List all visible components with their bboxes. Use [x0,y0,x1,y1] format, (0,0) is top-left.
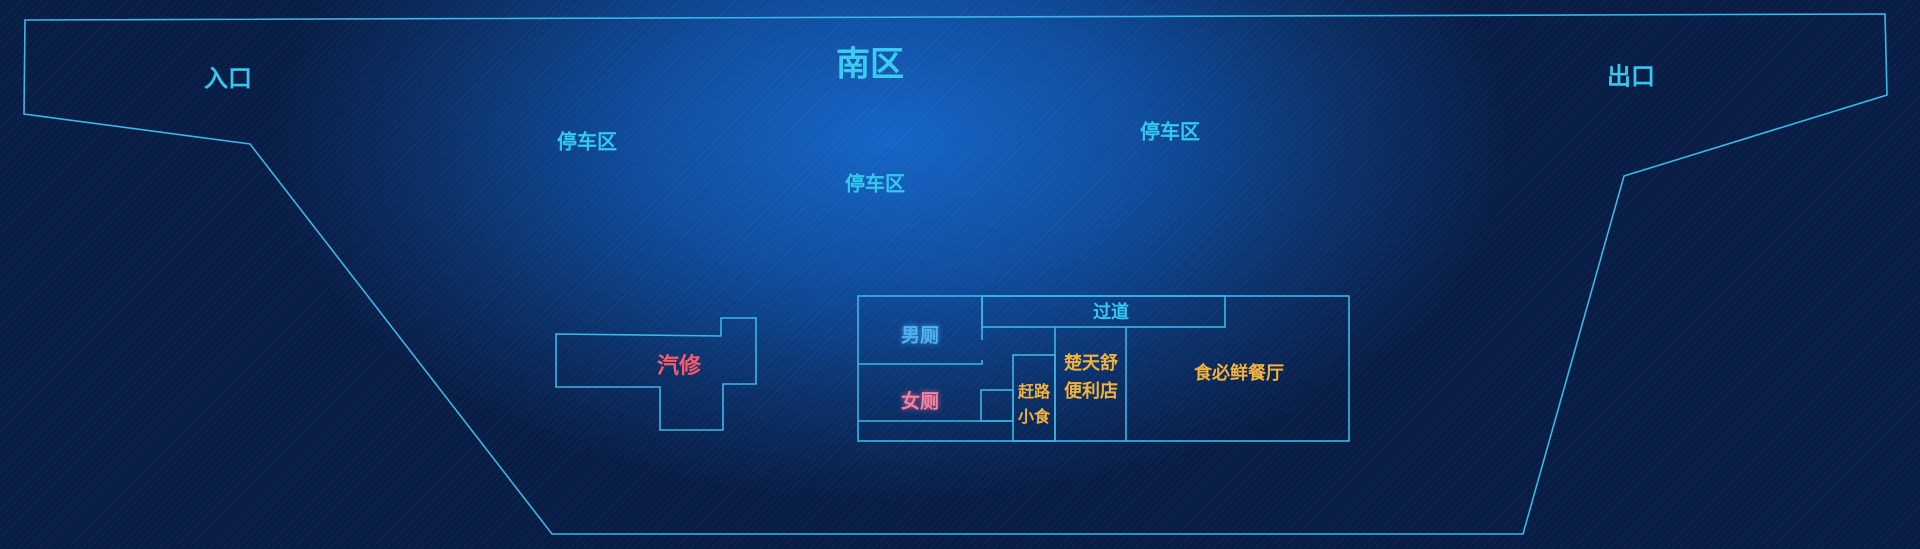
restroom-divider [858,360,983,365]
parking-area-label: 停车区 [557,129,617,154]
parking-area-label: 停车区 [845,171,905,196]
corridor-label: 过道 [1093,302,1129,323]
convenience-store-label-line2: 便利店 [1064,381,1118,402]
restaurant-label: 食必鲜餐厅 [1194,363,1284,385]
convenience-store-label: 楚天舒 便利店 [1064,350,1118,406]
convenience-store-label-line1: 楚天舒 [1064,353,1118,375]
mens-restroom-label: 男厕 [900,324,940,347]
entrance-label: 入口 [204,64,252,93]
zone-title: 南区 [836,44,904,85]
snack-shop-label: 赶路 小食 [1018,380,1050,430]
exit-label: 出口 [1607,62,1655,91]
snack-shop-label-line1: 赶路 [1017,382,1051,402]
car-repair-label: 汽修 [656,354,702,379]
restroom-utility-room [980,389,1014,422]
womens-restroom-label: 女厕 [900,390,940,413]
south-zone-boundary [23,13,1888,535]
snack-shop-label-line2: 小食 [1017,407,1051,426]
parking-area-label: 停车区 [1140,119,1200,144]
